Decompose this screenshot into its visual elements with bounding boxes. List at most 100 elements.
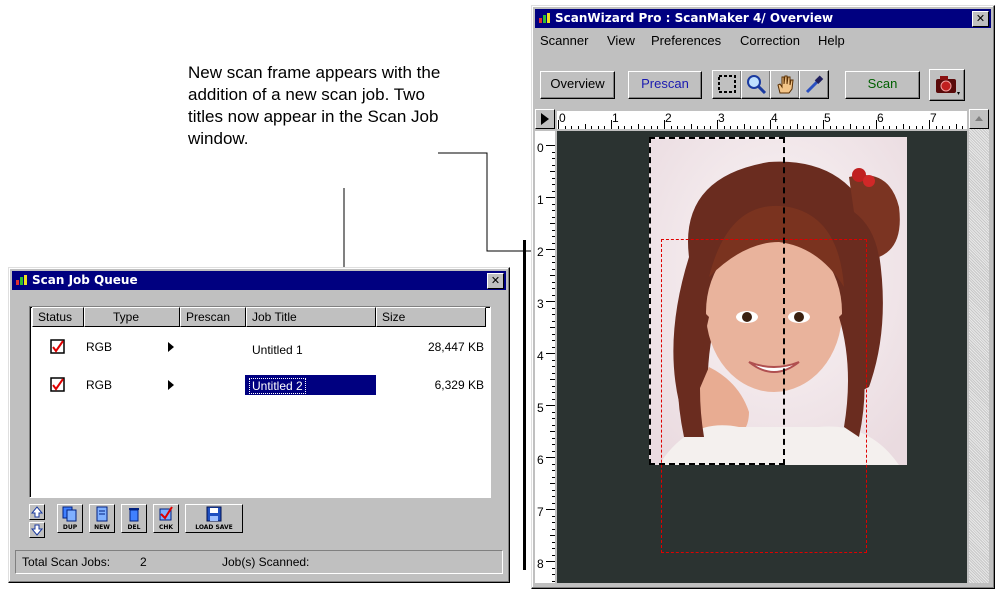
- scan-frame-2[interactable]: [661, 239, 867, 553]
- row-title[interactable]: Untitled 1: [252, 343, 303, 357]
- pan-tool[interactable]: [770, 70, 800, 99]
- menu-scanner[interactable]: Scanner: [540, 33, 588, 48]
- eyedropper-tool[interactable]: [799, 70, 829, 99]
- ruler-h-label: 4: [771, 111, 778, 125]
- ruler-h-tick: [624, 126, 625, 129]
- queue-close-button[interactable]: ✕: [487, 273, 504, 289]
- ruler-v-tick: [552, 464, 555, 465]
- table-row[interactable]: RGB Untitled 2 6,329 KB: [30, 375, 488, 401]
- col-size[interactable]: Size: [376, 307, 486, 327]
- ruler-h-tick: [836, 126, 837, 129]
- move-up-button[interactable]: [29, 504, 45, 520]
- arrow-up-icon: [975, 116, 983, 121]
- row-size: 6,329 KB: [434, 378, 484, 392]
- scan-button[interactable]: Scan: [845, 71, 920, 99]
- ruler-v-tick: [552, 412, 555, 413]
- ruler-h-tick: [876, 120, 877, 129]
- ruler-h-label: 5: [824, 111, 831, 125]
- ruler-h-tick: [710, 126, 711, 129]
- vertical-scrollbar[interactable]: [969, 109, 989, 583]
- ruler-v-tick: [546, 353, 555, 354]
- ruler-v-tick: [552, 158, 555, 159]
- select-frame-tool[interactable]: [712, 70, 742, 99]
- col-type[interactable]: Type: [84, 307, 180, 327]
- prescan-button[interactable]: Prescan: [628, 71, 702, 99]
- ruler-v-tick: [552, 236, 555, 237]
- ruler-v-tick: [552, 184, 555, 185]
- ruler-v-tick: [546, 301, 555, 302]
- ruler-v-tick: [550, 431, 555, 432]
- triangle-right-icon[interactable]: [167, 342, 175, 352]
- col-status[interactable]: Status: [32, 307, 84, 327]
- ruler-v-tick: [552, 470, 555, 471]
- ruler-h-tick: [757, 126, 758, 129]
- load-save-label: LOAD SAVE: [195, 524, 233, 531]
- ruler-v-tick: [552, 314, 555, 315]
- ruler-v-tick: [546, 249, 555, 250]
- col-prescan[interactable]: Prescan: [180, 307, 246, 327]
- new-job-button[interactable]: NEW: [89, 504, 115, 533]
- menu-correction[interactable]: Correction: [740, 33, 800, 48]
- ruler-v-tick: [550, 171, 555, 172]
- marquee-icon: [718, 75, 736, 93]
- ruler-v-tick: [552, 522, 555, 523]
- ruler-v-label: 1: [537, 193, 544, 207]
- scroll-up-button[interactable]: [969, 109, 989, 129]
- menu-view[interactable]: View: [607, 33, 635, 48]
- ruler-h-tick: [677, 126, 678, 129]
- row-size: 28,447 KB: [427, 340, 484, 354]
- triangle-right-icon[interactable]: [167, 380, 175, 390]
- check-job-button[interactable]: CHK: [153, 504, 179, 533]
- ruler-v-tick: [552, 366, 555, 367]
- row-title[interactable]: Untitled 2: [249, 378, 306, 394]
- ruler-v-tick: [552, 243, 555, 244]
- del-label: DEL: [127, 524, 141, 531]
- ruler-v-tick: [550, 223, 555, 224]
- col-job-title[interactable]: Job Title: [246, 307, 376, 327]
- scanwizard-title: ScanWizard Pro : ScanMaker 4/ Overview: [555, 11, 834, 25]
- duplicate-job-button[interactable]: DUP: [57, 504, 83, 533]
- ruler-v-tick: [552, 295, 555, 296]
- checkbox-checked-icon[interactable]: [50, 339, 66, 355]
- ruler-h-tick: [744, 124, 745, 129]
- menu-help[interactable]: Help: [818, 33, 845, 48]
- ruler-v-label: 6: [537, 453, 544, 467]
- ruler-h-tick: [618, 126, 619, 129]
- ruler-h-tick: [585, 124, 586, 129]
- menu-preferences[interactable]: Preferences: [651, 33, 721, 48]
- scanwizard-close-button[interactable]: ✕: [972, 11, 989, 27]
- ruler-v-tick: [552, 490, 555, 491]
- ruler-h-tick: [850, 124, 851, 129]
- load-save-button[interactable]: LOAD SAVE: [185, 504, 243, 533]
- total-jobs-value: 2: [140, 555, 147, 569]
- ruler-h-tick: [949, 126, 950, 129]
- ruler-v-tick: [552, 152, 555, 153]
- move-down-button[interactable]: [29, 522, 45, 538]
- ruler-v-tick: [546, 145, 555, 146]
- ruler-h-tick: [604, 126, 605, 129]
- camera-tool[interactable]: [929, 69, 965, 101]
- ruler-h-tick: [644, 126, 645, 129]
- ruler-v-tick: [552, 165, 555, 166]
- zoom-tool[interactable]: [741, 70, 771, 99]
- ruler-v-label: 7: [537, 505, 544, 519]
- ruler-h-tick: [783, 126, 784, 129]
- delete-job-button[interactable]: DEL: [121, 504, 147, 533]
- dup-label: DUP: [62, 524, 78, 531]
- ruler-h-tick: [717, 120, 718, 129]
- ruler-corner-button[interactable]: [535, 109, 555, 129]
- table-row[interactable]: RGB Untitled 1 28,447 KB: [30, 337, 488, 361]
- ruler-v-tick: [550, 379, 555, 380]
- ruler-v-tick: [546, 405, 555, 406]
- checkbox-checked-icon[interactable]: [50, 377, 66, 393]
- vertical-ruler: 0 1 2 3 4 5 6 7 8: [535, 131, 555, 583]
- ruler-v-tick: [546, 457, 555, 458]
- overview-button[interactable]: Overview: [540, 71, 615, 99]
- ruler-v-tick: [552, 347, 555, 348]
- job-list[interactable]: Status Type Prescan Job Title Size RGB U…: [29, 306, 491, 498]
- ruler-v-tick: [552, 308, 555, 309]
- ruler-h-tick: [797, 124, 798, 129]
- ruler-h-tick: [962, 126, 963, 129]
- ruler-h-tick: [803, 126, 804, 129]
- scan-canvas[interactable]: [557, 131, 967, 583]
